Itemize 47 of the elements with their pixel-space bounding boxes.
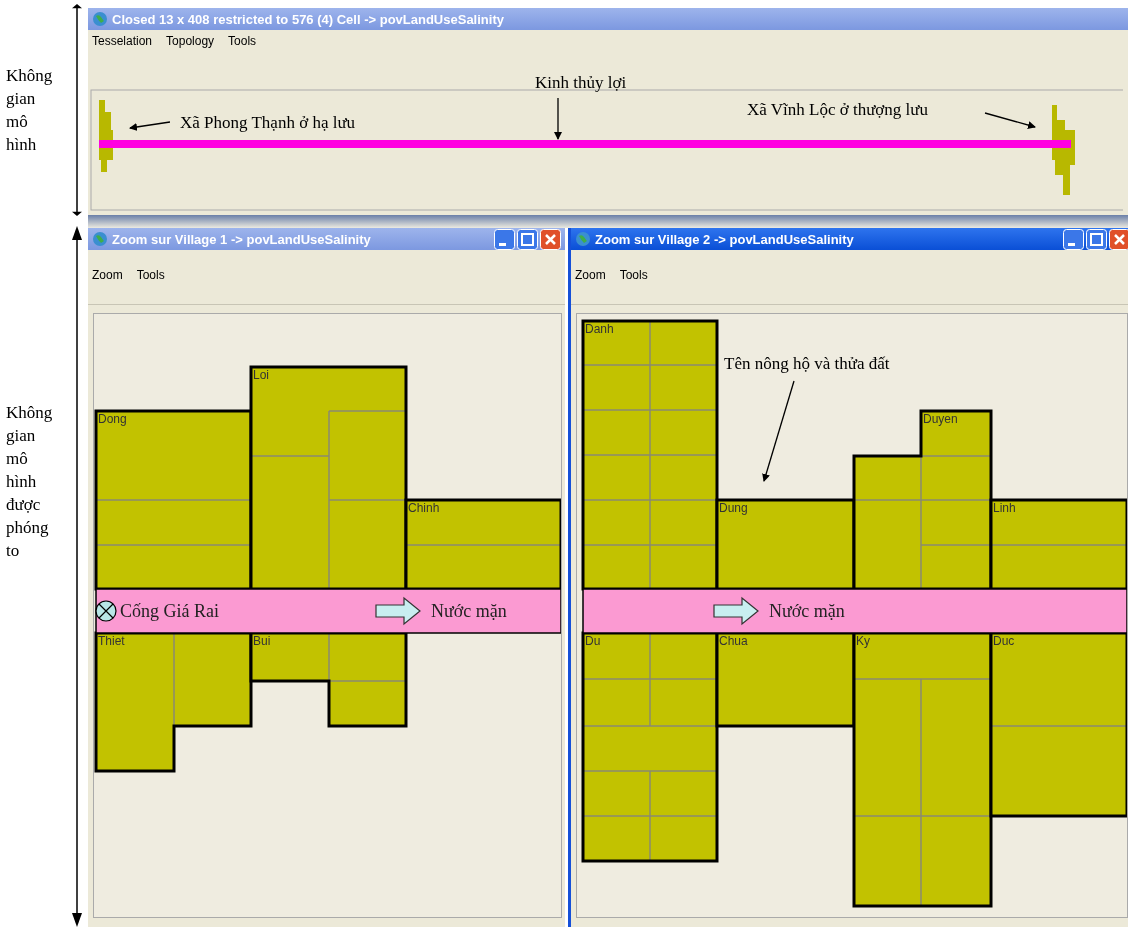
farmer-name: Ky	[856, 634, 870, 648]
close-button[interactable]	[540, 228, 561, 250]
farmer-name: Chua	[719, 634, 748, 648]
farmer-name: Danh	[585, 322, 614, 336]
close-button[interactable]	[1109, 228, 1128, 250]
gate-label: Cống Giá Rai	[120, 601, 219, 621]
window-title: Zoom sur Village 1 -> povLandUseSalinity	[112, 231, 372, 247]
axis-caption: Không gian mô hình	[5, 65, 54, 156]
pointer-arrow	[554, 97, 562, 140]
arrow-icon	[713, 596, 759, 626]
sluice-gate-icon	[95, 600, 117, 622]
minimize-button[interactable]	[1063, 228, 1084, 250]
menu-item[interactable]: Tools	[228, 34, 257, 62]
menu-item[interactable]: Tools	[136, 268, 165, 304]
farmer-name: Loi	[253, 368, 269, 382]
menu-item[interactable]: Zoom	[92, 268, 123, 304]
arrow-icon	[375, 596, 421, 626]
maximize-button[interactable]	[517, 228, 538, 250]
globe-icon	[92, 231, 108, 247]
farmer-name: Duyen	[923, 412, 958, 426]
pointer-arrow	[984, 112, 1036, 129]
axis-caption: Không gian mô hình được phóng to	[5, 402, 54, 562]
farmer-name: Linh	[993, 501, 1016, 515]
flow-label: Nước mặn	[431, 601, 507, 621]
farmer-name: Dong	[98, 412, 127, 426]
globe-icon	[575, 231, 591, 247]
window-title: Zoom sur Village 2 -> povLandUseSalinity	[595, 231, 855, 247]
annotation-label: Xã Phong Thạnh ở hạ lưu	[180, 113, 356, 132]
farmer-name: Thiet	[98, 634, 125, 648]
farmer-name: Chinh	[408, 501, 440, 515]
menu-item[interactable]: Topology	[166, 34, 215, 62]
menu-item[interactable]: Zoom	[575, 268, 606, 304]
farmer-name: Bui	[253, 634, 271, 648]
minimize-button[interactable]	[494, 228, 515, 250]
menu-item[interactable]: Tesselation	[92, 34, 153, 62]
flow-label: Nước mặn	[769, 601, 845, 621]
farmer-name: Duc	[993, 634, 1015, 648]
window-title: Closed 13 x 408 restricted to 576 (4) Cell -> povLandUseSalinity	[112, 11, 505, 27]
farmer-name: Dung	[719, 501, 748, 515]
farmer-name: Du	[585, 634, 601, 648]
pointer-arrow	[129, 121, 171, 131]
menu-item[interactable]: Tools	[619, 268, 648, 304]
maximize-button[interactable]	[1086, 228, 1107, 250]
globe-icon	[92, 11, 108, 27]
annotation-label: Tên nông hộ và thửa đất	[724, 354, 890, 373]
annotation-label: Kinh thủy lợi	[535, 73, 627, 92]
annotation-label: Xã Vĩnh Lộc ở thượng lưu	[747, 100, 929, 119]
